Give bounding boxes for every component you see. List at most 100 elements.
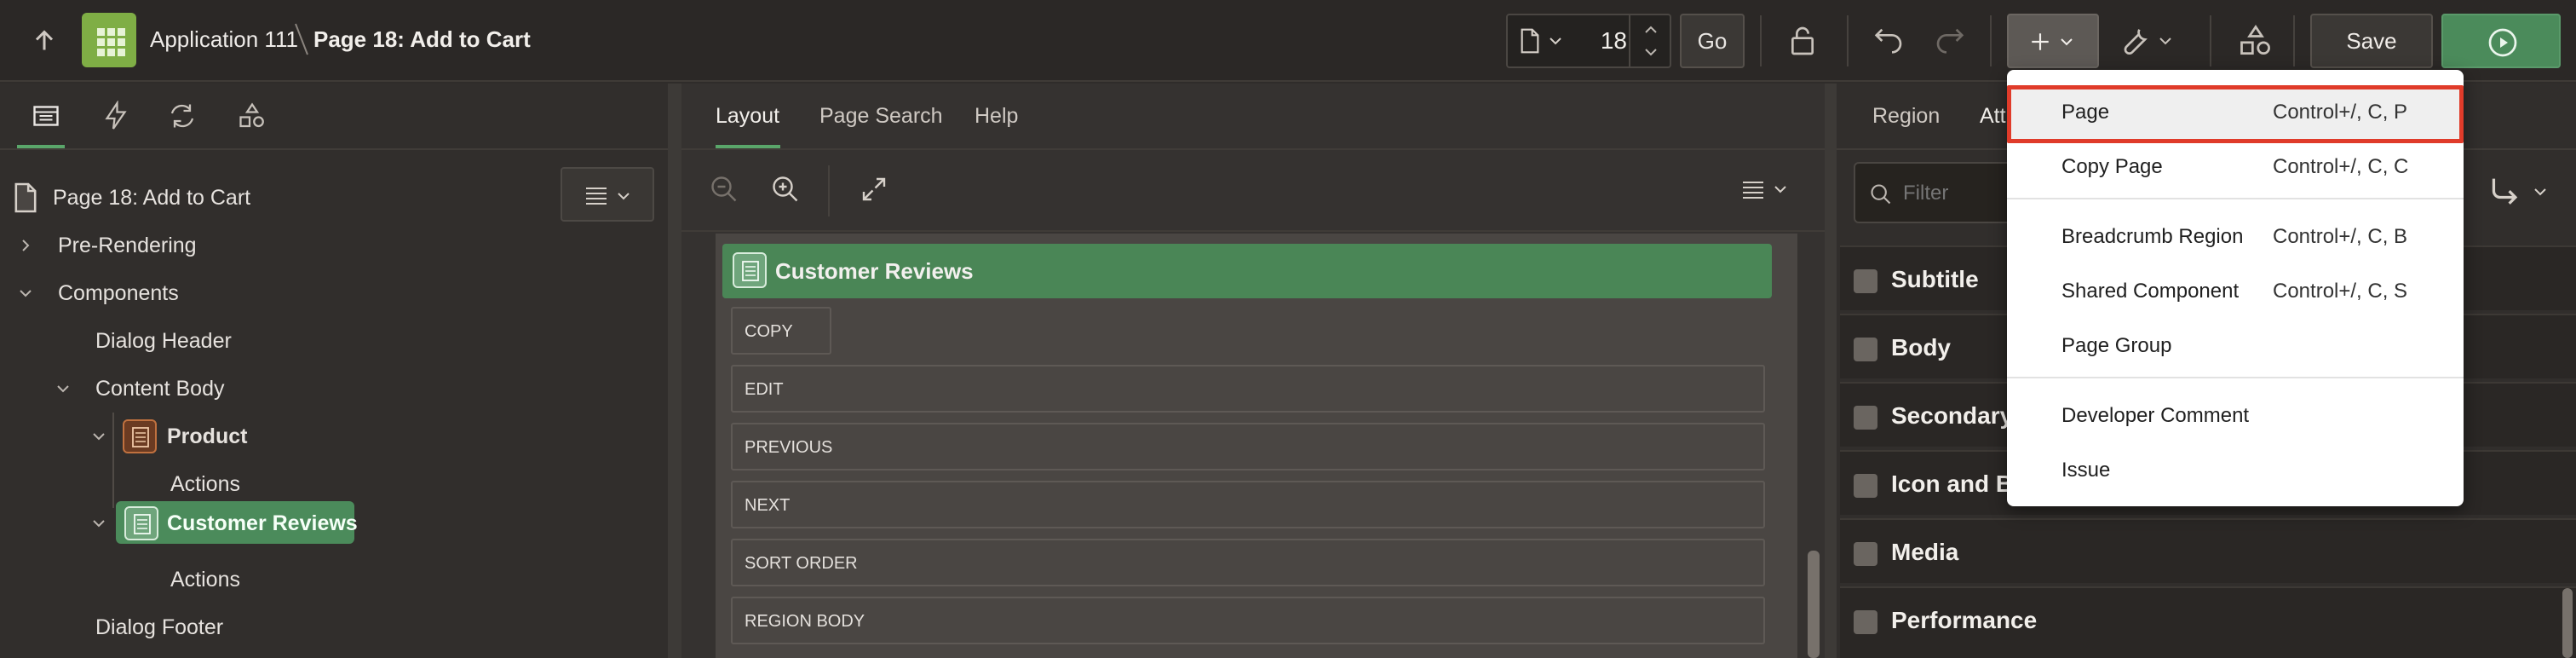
section-media[interactable]: Media bbox=[1840, 518, 2576, 583]
menu-item-label: Issue bbox=[2061, 459, 2111, 482]
breadcrumb-separator bbox=[295, 23, 308, 55]
tab-help[interactable]: Help bbox=[975, 104, 1018, 129]
slot-next[interactable]: NEXT bbox=[731, 481, 1765, 528]
left-splitter[interactable] bbox=[668, 84, 681, 658]
chevron-down-icon[interactable] bbox=[17, 285, 34, 302]
menu-item-page-group[interactable]: Page Group bbox=[2007, 319, 2464, 373]
tree-item-dialog-footer[interactable]: Dialog Footer bbox=[0, 603, 668, 651]
scrollbar[interactable] bbox=[1808, 551, 1820, 658]
run-button[interactable] bbox=[2441, 14, 2561, 68]
region-icon bbox=[733, 252, 767, 288]
go-to-group-icon[interactable] bbox=[2487, 176, 2525, 210]
rendering-tab-icon[interactable] bbox=[31, 101, 61, 131]
scrollbar[interactable] bbox=[2562, 588, 2573, 658]
chevron-down-icon[interactable] bbox=[90, 515, 107, 532]
tab-layout[interactable]: Layout bbox=[716, 104, 779, 129]
region-icon bbox=[124, 506, 158, 540]
menu-item-developer-comment[interactable]: Developer Comment bbox=[2007, 389, 2464, 443]
expand-icon bbox=[1854, 610, 1877, 634]
tree-item-label: Components bbox=[58, 281, 179, 305]
tree-item-label: Content Body bbox=[95, 377, 225, 401]
tab-page-search[interactable]: Page Search bbox=[819, 104, 943, 129]
toolbar-divider bbox=[2210, 15, 2211, 66]
tree-item-customer-reviews[interactable]: Customer Reviews bbox=[0, 499, 668, 547]
tree-item-pre-rendering[interactable]: Pre-Rendering bbox=[0, 222, 668, 269]
section-title: Subtitle bbox=[1891, 266, 1979, 292]
tree-item-label: Product bbox=[167, 424, 248, 448]
lock-icon[interactable] bbox=[1785, 24, 1820, 58]
zoom-in-icon[interactable] bbox=[770, 174, 801, 205]
toolbar-divider bbox=[1847, 15, 1849, 66]
chevron-down-icon[interactable] bbox=[1547, 32, 1564, 49]
region-icon bbox=[123, 419, 157, 453]
tree-item-label: Actions bbox=[170, 472, 240, 496]
menu-item-shared-component[interactable]: Shared Component Control+/, C, S bbox=[2007, 264, 2464, 319]
slot-label: PREVIOUS bbox=[745, 438, 833, 457]
menu-item-shortcut: Control+/, C, B bbox=[2273, 225, 2408, 248]
tree-item-product[interactable]: Product bbox=[0, 413, 668, 460]
section-title: Body bbox=[1891, 334, 1951, 361]
toolbar-divider bbox=[2293, 15, 2295, 66]
slot-previous[interactable]: PREVIOUS bbox=[731, 423, 1765, 470]
up-arrow-icon[interactable] bbox=[29, 26, 60, 56]
menu-item-copy-page[interactable]: Copy Page Control+/, C, C bbox=[2007, 140, 2464, 194]
center-tabs: Layout Page Search Help bbox=[681, 84, 1837, 150]
tree-item-content-body[interactable]: Content Body bbox=[0, 365, 668, 413]
chevron-down-icon[interactable] bbox=[1642, 47, 1659, 59]
chevron-down-icon[interactable] bbox=[90, 428, 107, 445]
tab-attributes[interactable]: Att bbox=[1980, 104, 2006, 129]
menu-icon[interactable] bbox=[1741, 179, 1765, 199]
slot-label: SORT ORDER bbox=[745, 554, 858, 573]
menu-item-label: Page Group bbox=[2061, 334, 2172, 357]
tree-item-actions[interactable]: Actions bbox=[0, 556, 668, 603]
menu-item-label: Developer Comment bbox=[2061, 404, 2250, 427]
region-header-customer-reviews[interactable]: Customer Reviews bbox=[722, 244, 1772, 298]
slot-edit[interactable]: EDIT bbox=[731, 365, 1765, 413]
section-performance[interactable]: Performance bbox=[1840, 586, 2576, 658]
region-title: Customer Reviews bbox=[775, 258, 974, 284]
zoom-out-icon[interactable] bbox=[709, 174, 739, 205]
save-button[interactable]: Save bbox=[2310, 14, 2433, 68]
search-icon bbox=[1871, 184, 1891, 205]
tab-region[interactable]: Region bbox=[1872, 104, 1940, 129]
page-number-stepper[interactable] bbox=[1629, 14, 1671, 67]
chevron-down-icon[interactable] bbox=[1772, 182, 1789, 196]
app-icon[interactable] bbox=[82, 13, 136, 67]
redo-icon[interactable] bbox=[1934, 24, 1968, 58]
slot-copy[interactable]: COPY bbox=[731, 307, 831, 355]
chevron-right-icon[interactable] bbox=[17, 237, 34, 254]
menu-separator bbox=[2007, 377, 2464, 378]
slot-sort-order[interactable]: SORT ORDER bbox=[731, 539, 1765, 586]
go-button[interactable]: Go bbox=[1680, 14, 1745, 68]
chevron-down-icon[interactable] bbox=[55, 380, 72, 397]
tree-menu-button[interactable] bbox=[561, 167, 654, 222]
wrench-icon[interactable] bbox=[2119, 24, 2153, 58]
chevron-down-icon[interactable] bbox=[2532, 184, 2549, 199]
processing-tab-icon[interactable] bbox=[167, 101, 198, 131]
app-name-link[interactable]: Application 111 bbox=[150, 26, 298, 53]
dynamic-actions-tab-icon[interactable] bbox=[101, 101, 131, 131]
section-title: Icon and B bbox=[1891, 470, 2014, 497]
slot-region-body[interactable]: REGION BODY bbox=[731, 597, 1765, 644]
tree-item-dialog-header[interactable]: Dialog Header bbox=[0, 317, 668, 365]
expand-icon bbox=[1854, 338, 1877, 361]
active-tab-indicator bbox=[716, 145, 780, 148]
menu-item-breadcrumb-region[interactable]: Breadcrumb Region Control+/, C, B bbox=[2007, 210, 2464, 264]
chevron-down-icon bbox=[2061, 38, 2073, 46]
tree-item-label: Dialog Footer bbox=[95, 615, 224, 639]
tree-item-label: Actions bbox=[170, 568, 240, 592]
menu-item-issue[interactable]: Issue bbox=[2007, 443, 2464, 498]
create-menu-button[interactable] bbox=[2007, 14, 2099, 68]
page-number-input[interactable] bbox=[1576, 27, 1627, 55]
undo-icon[interactable] bbox=[1871, 24, 1905, 58]
tree-item-components[interactable]: Components bbox=[0, 269, 668, 317]
chevron-up-icon[interactable] bbox=[1642, 23, 1659, 35]
shared-components-icon[interactable] bbox=[2237, 22, 2274, 60]
play-icon bbox=[2488, 28, 2517, 57]
menu-item-label: Shared Component bbox=[2061, 280, 2240, 303]
shared-components-tab-icon[interactable] bbox=[237, 101, 267, 131]
expand-icon[interactable] bbox=[859, 174, 889, 205]
menu-item-shortcut: Control+/, C, S bbox=[2273, 280, 2408, 303]
chevron-down-icon[interactable] bbox=[2157, 32, 2174, 49]
rendering-tree-panel: Page 18: Add to Cart Pre-Rendering Compo… bbox=[0, 84, 668, 658]
